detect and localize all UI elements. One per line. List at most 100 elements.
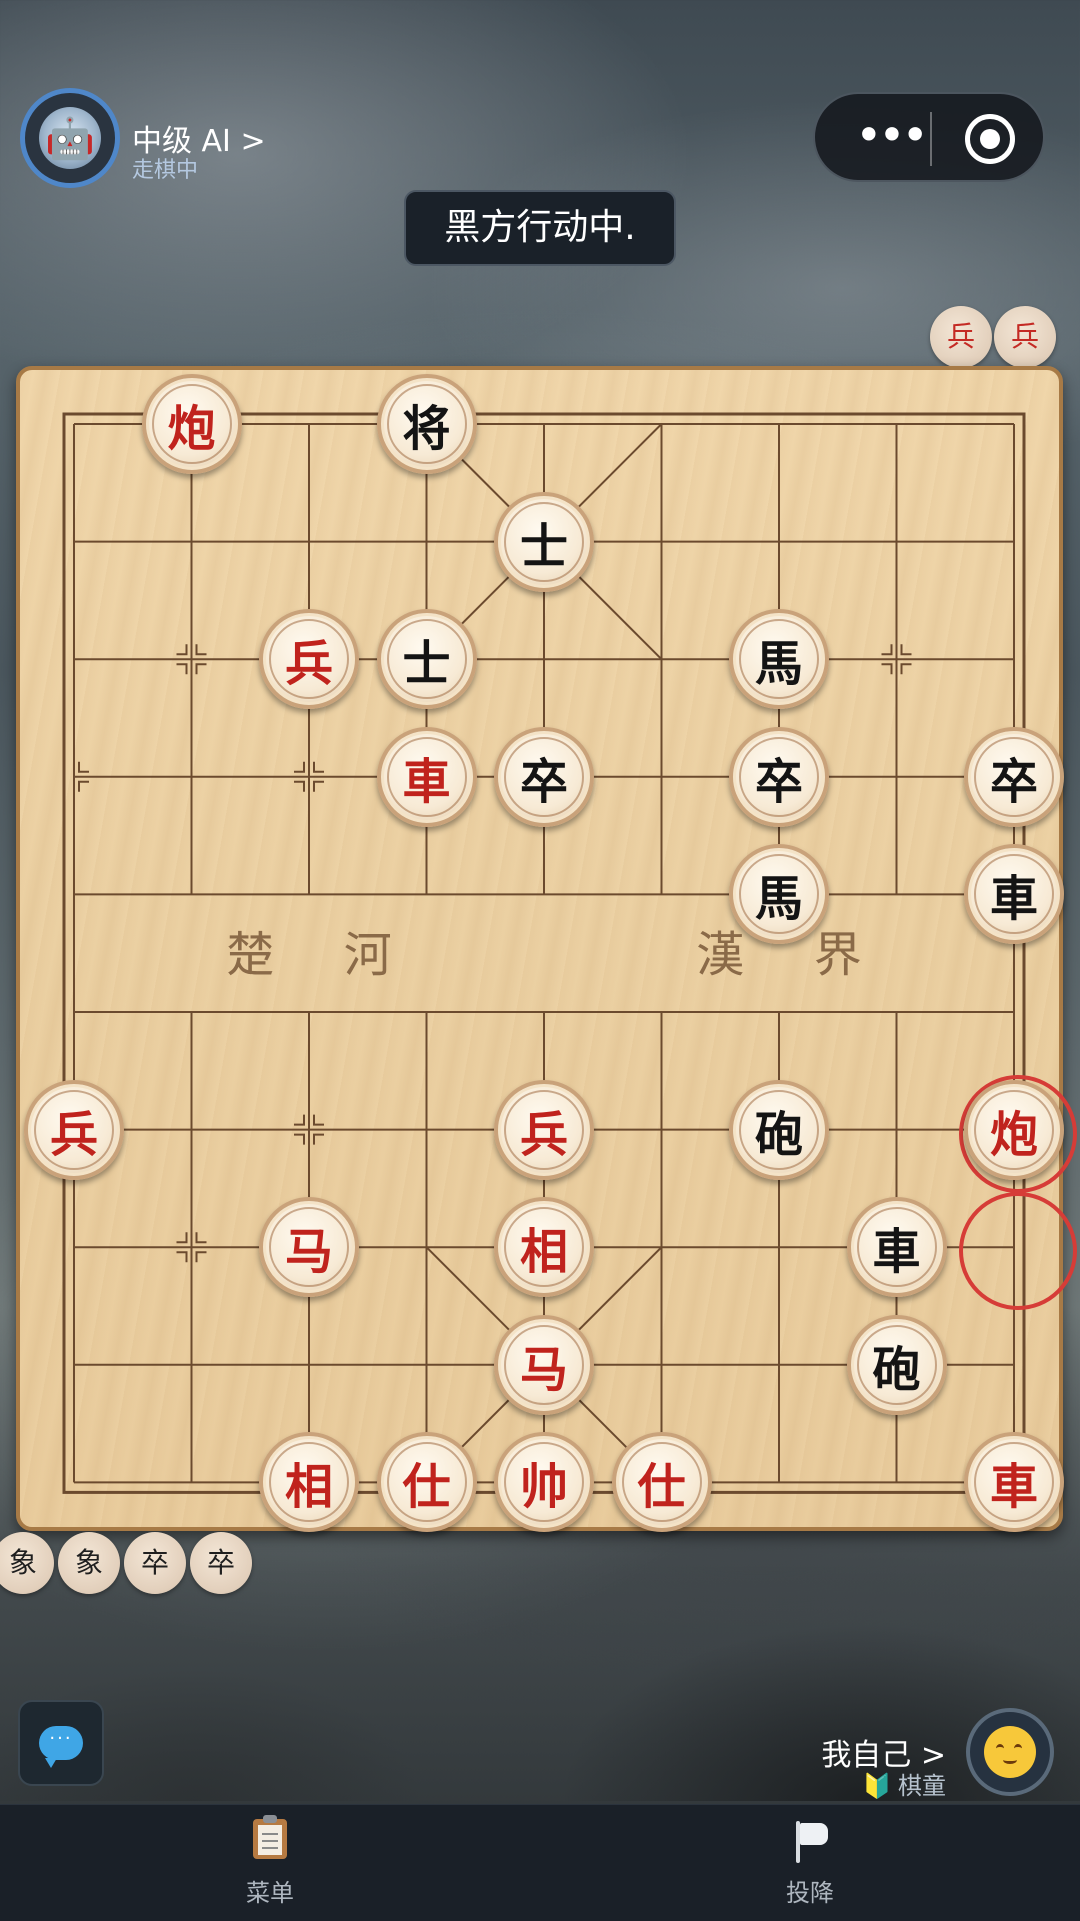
black-piece[interactable]: 車 (964, 844, 1064, 945)
star-marker (176, 1251, 188, 1263)
piece-label: 相 (269, 1442, 349, 1523)
piece-label: 炮 (151, 384, 232, 464)
star-marker (176, 644, 188, 656)
black-piece[interactable]: 車 (846, 1197, 947, 1298)
river-text-he: 河 (344, 927, 392, 983)
tab-menu-label: 菜单 (246, 1879, 294, 1907)
red-piece[interactable]: 兵 (24, 1079, 124, 1180)
black-piece[interactable]: 馬 (729, 844, 829, 945)
piece-label: 砲 (856, 1324, 937, 1405)
piece-label: 将 (386, 384, 467, 464)
chat-bubble-icon: ··· (39, 1726, 83, 1768)
piece-label: 帅 (504, 1442, 584, 1523)
star-marker (176, 663, 188, 675)
piece-label: 仕 (386, 1442, 467, 1523)
target-record-icon[interactable] (965, 114, 1015, 164)
star-marker (900, 644, 912, 656)
capsule-divider (930, 112, 932, 166)
star-marker (313, 761, 324, 773)
captured-piece: 卒 (124, 1532, 186, 1594)
tab-menu[interactable]: 菜单 (170, 1805, 370, 1921)
my-avatar[interactable] (966, 1708, 1054, 1796)
black-piece[interactable]: 砲 (729, 1079, 829, 1180)
red-piece[interactable]: 相 (494, 1197, 594, 1298)
red-piece[interactable]: 兵 (259, 609, 359, 710)
red-piece[interactable]: 車 (964, 1432, 1064, 1533)
piece-label: 炮 (974, 1089, 1054, 1170)
star-marker (195, 1251, 207, 1263)
red-piece[interactable]: 車 (376, 726, 477, 827)
red-piece[interactable]: 仕 (376, 1432, 477, 1533)
opponent-status: 走棋中 (132, 158, 199, 183)
red-piece[interactable]: 炮 (964, 1079, 1064, 1180)
red-piece[interactable]: 兵 (494, 1079, 594, 1180)
robot-avatar-icon: 🤖 (39, 107, 101, 169)
more-dots-icon[interactable]: ••• (845, 112, 935, 158)
piece-label: 卒 (739, 736, 819, 817)
piece-label: 馬 (739, 854, 819, 935)
tab-surrender-label: 投降 (786, 1879, 834, 1907)
river-text-han: 漢 (696, 927, 744, 983)
piece-label: 马 (269, 1207, 349, 1288)
clipboard-icon (250, 1815, 290, 1863)
red-piece[interactable]: 马 (259, 1197, 359, 1298)
opponent-avatar[interactable]: 🤖 (20, 88, 120, 188)
last-move-from-marker[interactable] (959, 1192, 1077, 1311)
piece-label: 相 (504, 1207, 584, 1288)
bottom-tab-bar: 菜单 投降 (0, 1804, 1080, 1921)
mini-program-capsule: ••• (813, 92, 1045, 182)
star-marker (78, 761, 89, 773)
red-piece[interactable]: 相 (259, 1432, 359, 1533)
piece-label: 兵 (34, 1089, 114, 1170)
piece-label: 車 (974, 854, 1054, 935)
river-text-chu: 楚 (226, 927, 274, 983)
star-marker (900, 663, 912, 675)
black-piece[interactable]: 卒 (729, 726, 829, 827)
star-marker (313, 1133, 324, 1145)
black-piece[interactable]: 馬 (729, 609, 829, 710)
star-marker (294, 761, 305, 773)
red-piece[interactable]: 炮 (141, 374, 242, 474)
black-piece[interactable]: 将 (376, 374, 477, 474)
black-piece[interactable]: 士 (376, 609, 477, 710)
turn-banner: 黑方行动中. (404, 190, 676, 266)
star-marker (881, 663, 893, 675)
star-marker (78, 780, 89, 792)
flag-icon (790, 1819, 830, 1863)
piece-label: 車 (974, 1442, 1054, 1523)
star-marker (881, 644, 893, 656)
star-marker (195, 644, 207, 656)
star-marker (195, 1232, 207, 1244)
star-marker (176, 1232, 188, 1244)
red-piece[interactable]: 仕 (611, 1432, 712, 1533)
chat-button[interactable]: ··· (18, 1700, 104, 1786)
smiley-avatar-icon (984, 1726, 1036, 1778)
piece-label: 士 (504, 501, 584, 582)
captured-piece: 兵 (994, 306, 1056, 368)
piece-label: 卒 (974, 736, 1054, 817)
star-marker (294, 1133, 305, 1145)
piece-label: 車 (386, 736, 467, 817)
my-rank: 🔰 棋童 (862, 1766, 946, 1801)
river-text-jie: 界 (814, 927, 862, 983)
piece-label: 卒 (504, 736, 584, 817)
black-piece[interactable]: 卒 (964, 726, 1064, 827)
piece-label: 士 (386, 619, 467, 700)
tab-surrender[interactable]: 投降 (710, 1805, 910, 1921)
black-piece[interactable]: 砲 (846, 1314, 947, 1415)
piece-label: 兵 (504, 1089, 584, 1170)
captured-piece: 象 (58, 1532, 120, 1594)
star-marker (294, 780, 305, 792)
beginner-leaf-icon: 🔰 (862, 1772, 892, 1800)
captured-piece: 卒 (190, 1532, 252, 1594)
piece-label: 马 (504, 1324, 584, 1405)
star-marker (195, 663, 207, 675)
captured-piece: 兵 (930, 306, 992, 368)
black-piece[interactable]: 士 (494, 491, 594, 592)
star-marker (294, 1114, 305, 1126)
xiangqi-board[interactable]: 楚河漢界 炮将士兵士馬車卒卒卒馬車兵兵砲炮马相車马砲相仕帅仕車 (16, 366, 1077, 1533)
red-piece[interactable]: 帅 (494, 1432, 594, 1533)
red-piece[interactable]: 马 (494, 1314, 594, 1415)
piece-label: 兵 (269, 619, 349, 700)
black-piece[interactable]: 卒 (494, 726, 594, 827)
